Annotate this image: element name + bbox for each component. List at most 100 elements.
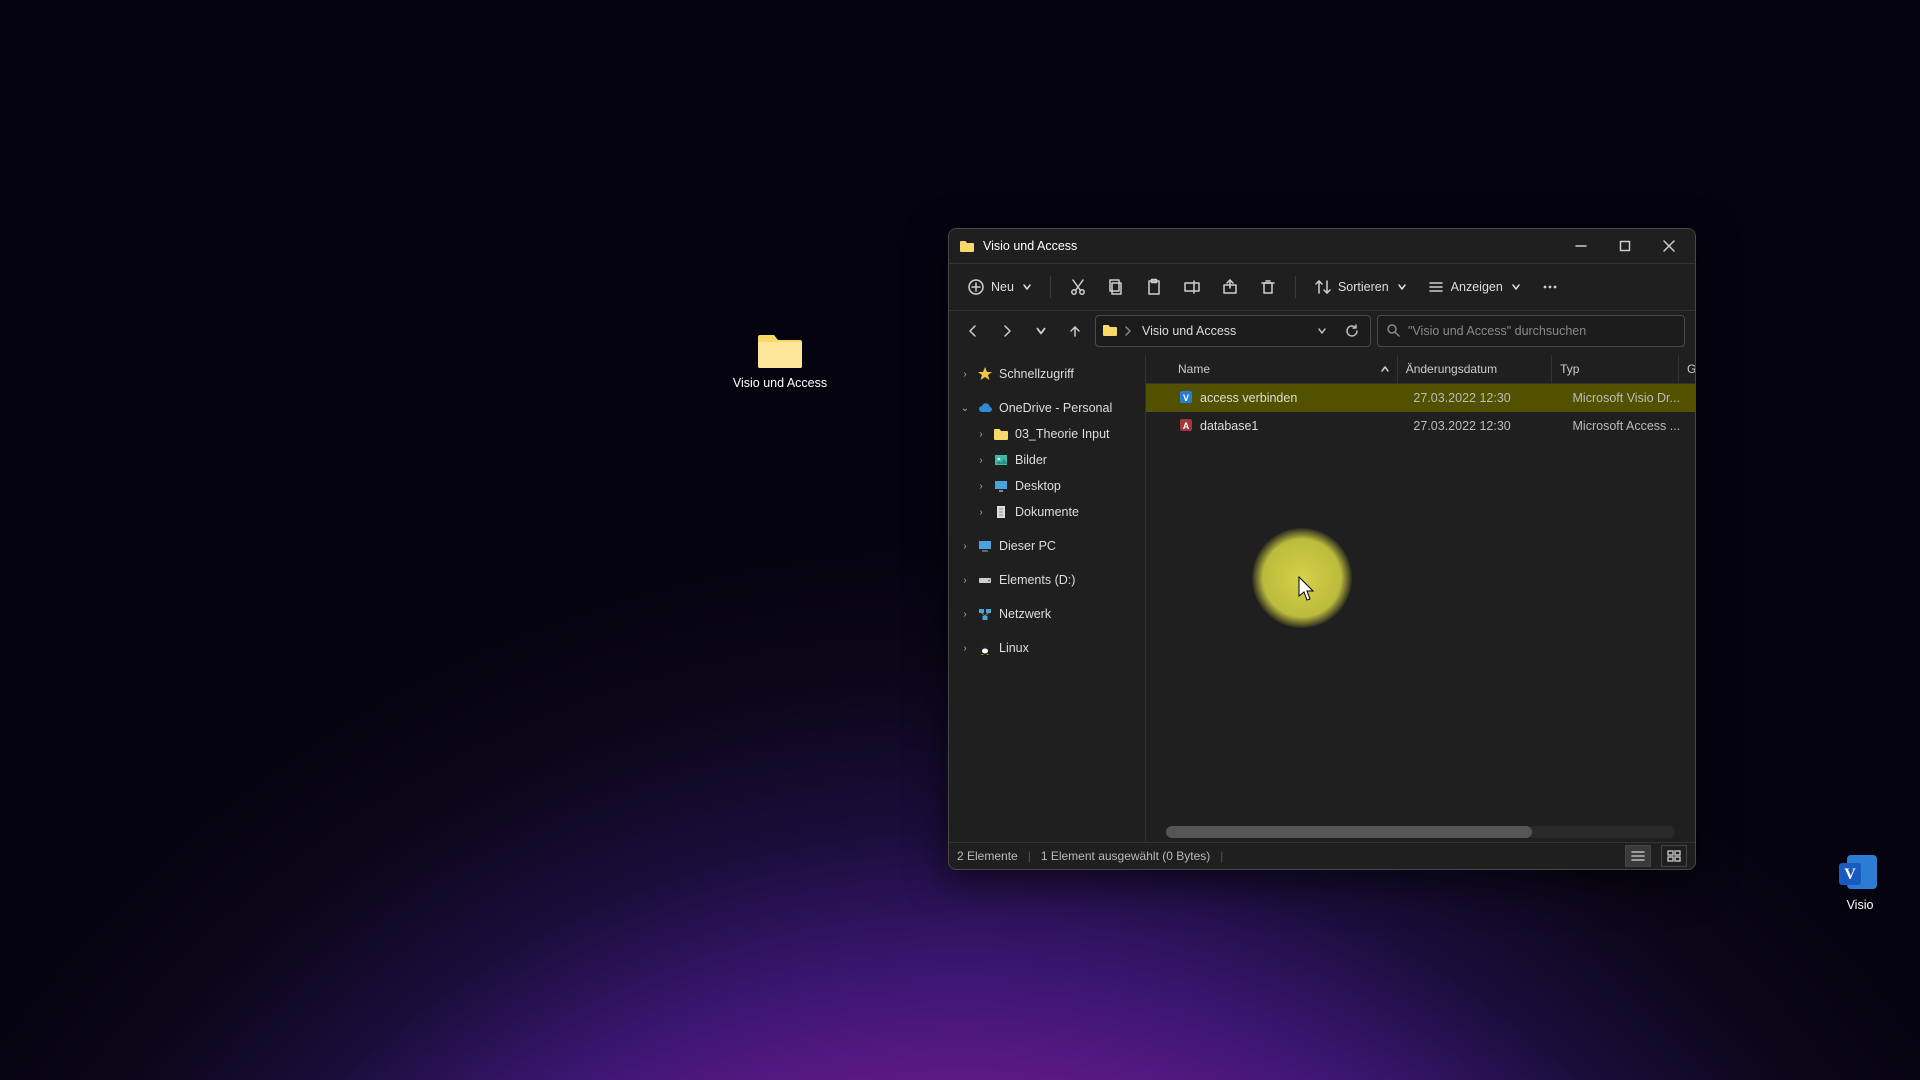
delete-button[interactable]	[1251, 272, 1285, 302]
horizontal-scrollbar[interactable]	[1166, 826, 1675, 838]
view-icon	[1427, 278, 1445, 296]
desktop-folder-label: Visio und Access	[733, 376, 827, 391]
column-type[interactable]: Typ	[1552, 355, 1679, 383]
linux-icon	[977, 640, 993, 656]
tree-onedrive[interactable]: ⌄ OneDrive - Personal	[953, 395, 1141, 421]
new-label: Neu	[991, 280, 1014, 294]
column-size[interactable]: Gr	[1679, 355, 1695, 383]
more-button[interactable]	[1533, 272, 1567, 302]
recent-locations-button[interactable]	[1027, 317, 1055, 345]
sort-asc-icon	[1381, 365, 1389, 373]
tree-onedrive-dokumente[interactable]: › Dokumente	[953, 499, 1141, 525]
command-toolbar: Neu	[949, 264, 1695, 311]
tree-onedrive-theorie[interactable]: › 03_Theorie Input	[953, 421, 1141, 447]
up-button[interactable]	[1061, 317, 1089, 345]
tree-label: Schnellzugriff	[999, 367, 1074, 381]
sort-button[interactable]: Sortieren	[1306, 272, 1415, 302]
visio-file-icon: V	[1178, 389, 1194, 408]
file-row[interactable]: V access verbinden 27.03.2022 12:30 Micr…	[1146, 384, 1695, 412]
search-box[interactable]: "Visio und Access" durchsuchen	[1377, 315, 1685, 347]
tree-onedrive-desktop[interactable]: › Desktop	[953, 473, 1141, 499]
maximize-button[interactable]	[1603, 229, 1647, 263]
file-name: database1	[1200, 419, 1258, 433]
chevron-right-icon: ›	[959, 575, 971, 586]
tree-onedrive-bilder[interactable]: › Bilder	[953, 447, 1141, 473]
chevron-right-icon: ›	[959, 541, 971, 552]
cut-button[interactable]	[1061, 272, 1095, 302]
chevron-right-icon: ›	[959, 609, 971, 620]
tree-label: OneDrive - Personal	[999, 401, 1112, 415]
tree-elements-drive[interactable]: › Elements (D:)	[953, 567, 1141, 593]
view-label: Anzeigen	[1451, 280, 1503, 294]
scrollbar-thumb[interactable]	[1166, 826, 1532, 838]
drive-icon	[977, 572, 993, 588]
view-button[interactable]: Anzeigen	[1419, 272, 1529, 302]
chevron-down-icon	[1022, 282, 1032, 292]
network-icon	[977, 606, 993, 622]
rename-button[interactable]	[1175, 272, 1209, 302]
cloud-icon	[977, 400, 993, 416]
tree-label: 03_Theorie Input	[1015, 427, 1110, 441]
share-icon	[1221, 278, 1239, 296]
status-bar: 2 Elemente | 1 Element ausgewählt (0 Byt…	[949, 842, 1695, 869]
status-count: 2 Elemente	[957, 849, 1018, 863]
thumbnails-view-button[interactable]	[1661, 845, 1687, 867]
chevron-right-icon: ›	[959, 643, 971, 654]
desktop-icon	[993, 478, 1009, 494]
tree-label: Dieser PC	[999, 539, 1056, 553]
details-view-button[interactable]	[1625, 845, 1651, 867]
desktop-folder-visio-und-access[interactable]: Visio und Access	[720, 330, 840, 391]
more-icon	[1541, 278, 1559, 296]
tree-label: Desktop	[1015, 479, 1061, 493]
search-placeholder: "Visio und Access" durchsuchen	[1408, 324, 1586, 338]
chevron-right-icon: ›	[975, 507, 987, 518]
folder-icon	[959, 239, 975, 253]
column-date[interactable]: Änderungsdatum	[1398, 355, 1552, 383]
window-title: Visio und Access	[983, 239, 1077, 253]
paste-icon	[1145, 278, 1163, 296]
breadcrumb[interactable]: Visio und Access	[1138, 322, 1240, 340]
status-selection: 1 Element ausgewählt (0 Bytes)	[1041, 849, 1210, 863]
navigation-tree: › Schnellzugriff ⌄ OneDrive - Personal ›	[949, 355, 1146, 842]
tree-label: Elements (D:)	[999, 573, 1075, 587]
forward-button[interactable]	[993, 317, 1021, 345]
copy-button[interactable]	[1099, 272, 1133, 302]
share-button[interactable]	[1213, 272, 1247, 302]
paste-button[interactable]	[1137, 272, 1171, 302]
folder-icon	[756, 330, 804, 370]
search-icon	[1386, 323, 1400, 340]
tree-quick-access[interactable]: › Schnellzugriff	[953, 361, 1141, 387]
back-button[interactable]	[959, 317, 987, 345]
tree-linux[interactable]: › Linux	[953, 635, 1141, 661]
chevron-right-icon: ›	[975, 481, 987, 492]
titlebar[interactable]: Visio und Access	[949, 229, 1695, 264]
column-name[interactable]: Name	[1170, 355, 1398, 383]
minimize-button[interactable]	[1559, 229, 1603, 263]
chevron-right-icon: ›	[975, 455, 987, 466]
star-icon	[977, 366, 993, 382]
tree-network[interactable]: › Netzwerk	[953, 601, 1141, 627]
tree-label: Dokumente	[1015, 505, 1079, 519]
monitor-icon	[977, 538, 993, 554]
desktop-app-visio[interactable]: V Visio	[1800, 852, 1920, 913]
refresh-button[interactable]	[1340, 319, 1364, 343]
folder-icon	[993, 426, 1009, 442]
new-button[interactable]: Neu	[959, 272, 1040, 302]
close-button[interactable]	[1647, 229, 1691, 263]
address-dropdown-button[interactable]	[1310, 319, 1334, 343]
chevron-down-icon	[1511, 282, 1521, 292]
chevron-down-icon	[1397, 282, 1407, 292]
file-row[interactable]: A database1 27.03.2022 12:30 Microsoft A…	[1146, 412, 1695, 440]
file-explorer-window: Visio und Access Neu	[948, 228, 1696, 870]
rename-icon	[1183, 278, 1201, 296]
file-type: Microsoft Access ...	[1565, 419, 1695, 433]
column-headers: Name Änderungsdatum Typ Gr	[1146, 355, 1695, 384]
address-bar[interactable]: Visio und Access	[1095, 315, 1371, 347]
svg-text:A: A	[1183, 421, 1190, 431]
file-date: 27.03.2022 12:30	[1405, 391, 1564, 405]
tree-label: Linux	[999, 641, 1029, 655]
pictures-icon	[993, 452, 1009, 468]
tree-label: Netzwerk	[999, 607, 1051, 621]
tree-this-pc[interactable]: › Dieser PC	[953, 533, 1141, 559]
navigation-row: Visio und Access "Visio und Access" durc…	[949, 311, 1695, 355]
